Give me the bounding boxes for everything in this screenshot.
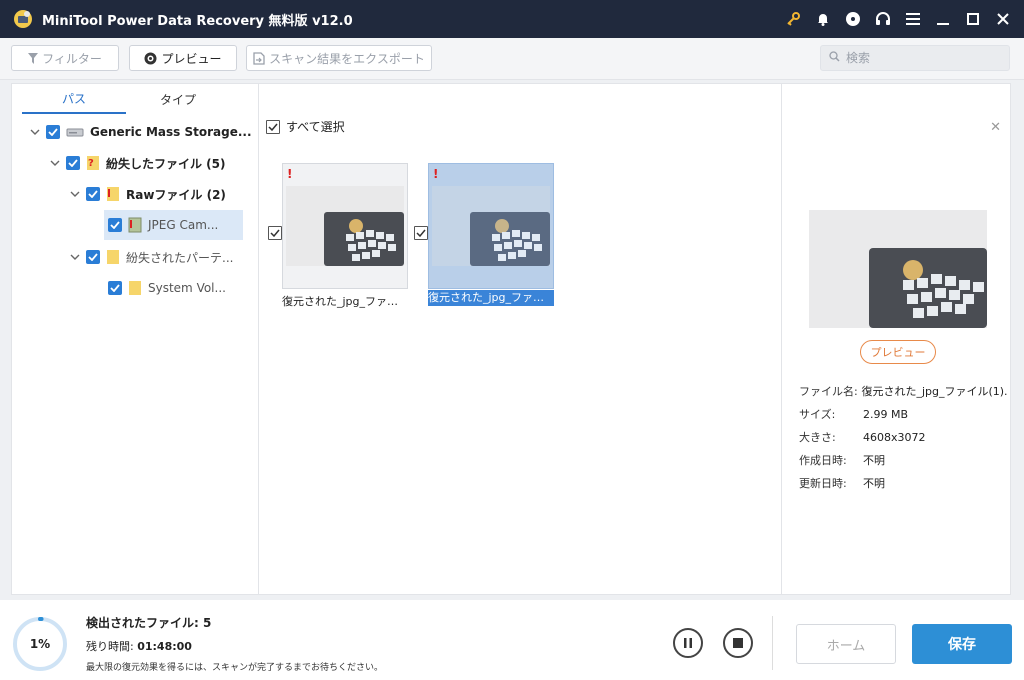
eye-icon: [144, 52, 157, 65]
headset-icon[interactable]: [868, 0, 898, 38]
tree-label-system-vol: System Vol...: [148, 281, 226, 295]
app-logo-icon: [12, 8, 34, 30]
drive-icon: [66, 124, 84, 140]
select-all-label: すべて選択: [286, 120, 345, 134]
tree-item-lost-files[interactable]: ? 紛失したファイル (5): [48, 149, 254, 177]
tree-label-lost-partition: 紛失されたパーテ...: [126, 250, 234, 265]
checkbox-checked[interactable]: [86, 187, 100, 201]
title-bar: MiniTool Power Data Recovery 無料版 v12.0: [0, 0, 1024, 38]
meta-modified: 更新日時: 不明: [799, 477, 885, 490]
preview-panel: ✕ プレビュー ファイル名: 復元された_jpg_ファイル(1).j サイズ: …: [783, 84, 1011, 594]
tree-item-lost-partition[interactable]: 紛失されたパーテ...: [68, 243, 254, 271]
found-files: 検出されたファイル: 5: [86, 616, 212, 630]
image-file-icon: [128, 217, 142, 233]
tab-path[interactable]: パス: [22, 84, 126, 114]
checkbox-checked[interactable]: [46, 125, 60, 139]
checkbox-checked[interactable]: [86, 250, 100, 264]
file-checkbox[interactable]: [268, 226, 282, 240]
tree-item-system-vol[interactable]: System Vol...: [108, 274, 244, 302]
pause-button[interactable]: [673, 628, 703, 658]
home-button[interactable]: ホーム: [796, 624, 896, 664]
warning-icon: !: [433, 167, 439, 181]
key-icon[interactable]: [778, 0, 808, 38]
meta-created: 作成日時: 不明: [799, 454, 885, 467]
select-all[interactable]: すべて選択: [266, 118, 345, 135]
chevron-down-icon[interactable]: [48, 160, 62, 166]
close-icon[interactable]: [988, 0, 1018, 38]
filter-icon: [28, 52, 39, 64]
tree-item-raw-files[interactable]: Rawファイル (2): [68, 180, 254, 208]
folder-icon: [128, 280, 142, 296]
menu-icon[interactable]: [898, 0, 928, 38]
select-all-checkbox[interactable]: [266, 119, 280, 134]
folder-icon: [106, 249, 120, 265]
checkbox-checked[interactable]: [108, 218, 122, 232]
filter-label: フィルター: [42, 51, 102, 66]
warning-icon: !: [287, 167, 293, 181]
svg-text:?: ?: [88, 158, 94, 169]
close-preview-icon[interactable]: ✕: [990, 120, 1001, 135]
maximize-icon[interactable]: [958, 0, 988, 38]
save-button[interactable]: 保存: [912, 624, 1012, 664]
divider: [772, 616, 773, 670]
checkbox-checked[interactable]: [108, 281, 122, 295]
tree-item-jpeg[interactable]: JPEG Cam...: [104, 210, 243, 240]
main-panel: パス タイプ Generic Mass Storage... ? 紛失したファイ…: [11, 83, 1011, 595]
chevron-down-icon[interactable]: [28, 129, 42, 135]
tree-panel: パス タイプ Generic Mass Storage... ? 紛失したファイ…: [12, 84, 259, 594]
tree-label-lost-files: 紛失したファイル (5): [106, 156, 226, 171]
tree-label-jpeg: JPEG Cam...: [148, 218, 219, 232]
filter-button[interactable]: フィルター: [11, 45, 119, 71]
status-bar: 1% 検出されたファイル: 5 残り時間: 01:48:00 最大限の復元効果を…: [0, 600, 1024, 680]
minimize-icon[interactable]: [928, 0, 958, 38]
bell-icon[interactable]: [808, 0, 838, 38]
disc-icon[interactable]: [838, 0, 868, 38]
file-name[interactable]: 復元された_jpg_ファイ...: [282, 294, 408, 310]
thumbnail-image: [286, 186, 404, 266]
progress-percent: 1%: [29, 637, 51, 651]
preview-label: プレビュー: [161, 51, 222, 66]
tree-label-root: Generic Mass Storage...: [90, 125, 252, 139]
file-thumbnail-selected[interactable]: !: [428, 163, 554, 289]
export-button[interactable]: スキャン結果をエクスポート: [246, 45, 432, 71]
meta-filename: ファイル名: 復元された_jpg_ファイル(1).j: [799, 385, 1007, 398]
export-label: スキャン結果をエクスポート: [269, 51, 425, 66]
file-panel: すべて選択 ! 復元された_jpg_ファイ... ! 復元された_jpg_ファイ…: [260, 84, 782, 594]
stop-icon: [733, 638, 743, 648]
preview-image: [809, 210, 987, 328]
meta-dimensions: 大きさ: 4608x3072: [799, 430, 926, 445]
chevron-down-icon[interactable]: [68, 191, 82, 197]
tab-bar: パス タイプ: [22, 84, 252, 114]
preview-action-button[interactable]: プレビュー: [860, 340, 936, 364]
tab-type[interactable]: タイプ: [126, 84, 230, 114]
thumbnail-image: [432, 186, 550, 266]
file-thumbnail[interactable]: !: [282, 163, 408, 289]
lost-folder-icon: ?: [86, 155, 100, 171]
preview-button[interactable]: プレビュー: [129, 45, 237, 71]
remaining-time: 残り時間: 01:48:00: [86, 640, 192, 653]
meta-size: サイズ: 2.99 MB: [799, 407, 909, 422]
scan-hint: 最大限の復元効果を得るには、スキャンが完了するまでお待ちください。: [86, 663, 384, 673]
file-name-selected[interactable]: 復元された_jpg_ファイ...: [428, 290, 554, 306]
raw-folder-icon: [106, 186, 120, 202]
stop-button[interactable]: [723, 628, 753, 658]
search-box[interactable]: [820, 45, 1010, 71]
pause-icon: [684, 638, 692, 648]
file-checkbox[interactable]: [414, 226, 428, 240]
search-icon: [829, 51, 840, 65]
export-icon: [253, 51, 265, 65]
tree-label-raw-files: Rawファイル (2): [126, 187, 226, 202]
toolbar: フィルター プレビュー スキャン結果をエクスポート: [0, 38, 1024, 80]
tree-item-root[interactable]: Generic Mass Storage...: [28, 118, 254, 146]
app-title: MiniTool Power Data Recovery 無料版 v12.0: [42, 13, 353, 29]
chevron-down-icon[interactable]: [68, 254, 82, 260]
search-input[interactable]: [846, 51, 996, 65]
checkbox-checked[interactable]: [66, 156, 80, 170]
